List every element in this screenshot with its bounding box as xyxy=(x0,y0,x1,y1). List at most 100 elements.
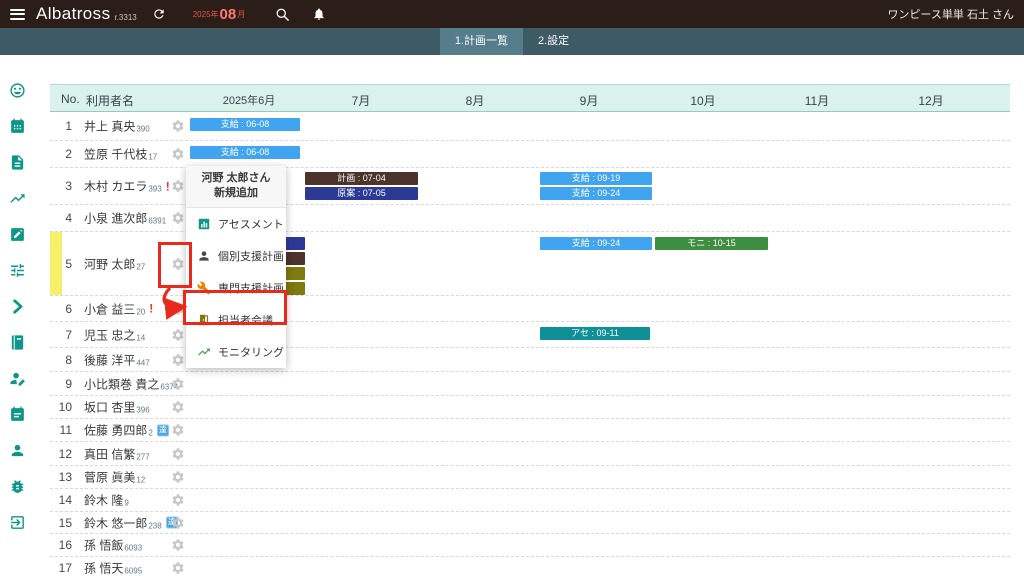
smiley-icon[interactable] xyxy=(9,82,26,99)
wrench-icon xyxy=(197,281,211,295)
gantt-bar[interactable]: 支給 : 09-19 xyxy=(540,172,652,185)
row-sub: 27 xyxy=(136,262,145,272)
gear-button[interactable] xyxy=(171,423,185,437)
calendar-icon[interactable] xyxy=(9,118,26,135)
gear-icon xyxy=(171,400,185,414)
row-no: 6 xyxy=(50,302,72,316)
hamburger-icon[interactable] xyxy=(10,9,25,20)
row-no: 2 xyxy=(50,147,72,161)
date-month: 08 xyxy=(220,6,237,23)
row-sub: 447 xyxy=(136,358,149,368)
row-sub: 6093 xyxy=(124,544,142,554)
gear-button[interactable] xyxy=(171,447,185,461)
gear-icon xyxy=(171,538,185,552)
gear-button[interactable] xyxy=(171,493,185,507)
row-no: 5 xyxy=(50,257,72,271)
tab-plan-list[interactable]: 1.計画一覧 xyxy=(440,28,523,55)
document-icon[interactable] xyxy=(9,154,26,171)
row-no: 13 xyxy=(50,470,72,484)
refresh-icon[interactable] xyxy=(152,7,166,21)
context-menu-subtitle: 新規追加 xyxy=(188,186,284,201)
row-name-text: 鈴木 悠一郎 xyxy=(84,514,147,531)
row-sub: 6391 xyxy=(148,217,166,227)
gantt-bar[interactable]: 支給 : 09-24 xyxy=(540,187,652,200)
row-sub: 390 xyxy=(136,125,149,135)
row-no: 4 xyxy=(50,211,72,225)
tune-icon[interactable] xyxy=(9,262,26,279)
gear-button[interactable] xyxy=(171,470,185,484)
gear-icon xyxy=(171,119,185,133)
bug-icon[interactable] xyxy=(9,478,26,495)
gantt-bar[interactable]: アセ : 09-11 xyxy=(540,327,650,340)
trend-icon[interactable] xyxy=(9,190,26,207)
col-name: 利用者名 xyxy=(86,92,134,109)
gear-button[interactable] xyxy=(171,179,185,193)
schedule-icon[interactable] xyxy=(9,406,26,423)
menu-item-assessment[interactable]: アセスメント xyxy=(186,208,286,240)
table-row: 17 孫 悟天 6095 xyxy=(50,557,1010,576)
gear-icon xyxy=(171,423,185,437)
gear-button[interactable] xyxy=(171,211,185,225)
bell-icon[interactable] xyxy=(312,7,326,21)
date-year: 2025年 xyxy=(193,9,219,20)
row-no: 12 xyxy=(50,447,72,461)
gantt-bar[interactable]: モニ : 10-15 xyxy=(655,237,768,250)
gear-button[interactable] xyxy=(171,328,185,342)
chevron-right-icon[interactable] xyxy=(9,298,26,315)
gear-icon xyxy=(171,328,185,342)
table-row: 15 鈴木 悠一郎 238 達 xyxy=(50,512,1010,534)
row-name: 孫 悟飯 6093 xyxy=(84,537,142,554)
menu-item-specialist-plan[interactable]: 専門支援計画 xyxy=(186,272,286,304)
sidebar xyxy=(0,55,34,576)
menu-item-monitoring[interactable]: モニタリング xyxy=(186,336,286,368)
user-name[interactable]: ワンピース単単 石土 さん xyxy=(887,6,1014,22)
gear-button[interactable] xyxy=(171,377,185,391)
topbar: Albatross r.3313 2025年 08 月 ワンピース単単 石土 さ… xyxy=(0,0,1024,28)
gear-button[interactable] xyxy=(171,302,185,316)
table-row: 10 坂口 杏里 396 xyxy=(50,396,1010,419)
row-name-text: 坂口 杏里 xyxy=(84,399,135,416)
book-icon[interactable] xyxy=(9,334,26,351)
person-edit-icon[interactable] xyxy=(9,370,26,387)
doc-badge: 達 xyxy=(157,424,169,436)
month-header: 9月 xyxy=(580,92,599,109)
row-no: 8 xyxy=(50,353,72,367)
gear-icon xyxy=(171,493,185,507)
app-window: Albatross r.3313 2025年 08 月 ワンピース単単 石土 さ… xyxy=(0,0,1024,576)
menu-item-individual-plan[interactable]: 個別支援計画 xyxy=(186,240,286,272)
gear-button[interactable] xyxy=(171,516,185,530)
row-name-text: 河野 太郎 xyxy=(84,255,135,272)
gear-button[interactable] xyxy=(171,561,185,575)
row-no: 14 xyxy=(50,493,72,507)
gantt-bar[interactable]: 計画 : 07-04 xyxy=(305,172,418,185)
search-icon[interactable] xyxy=(275,7,290,22)
current-month[interactable]: 2025年 08 月 xyxy=(193,6,245,23)
gear-button[interactable] xyxy=(171,119,185,133)
edit-icon[interactable] xyxy=(9,226,26,243)
month-header: 7月 xyxy=(352,92,371,109)
row-name-text: 井上 真央 xyxy=(84,118,135,135)
gear-icon xyxy=(171,211,185,225)
menu-item-staff-meeting[interactable]: 担当者会議 xyxy=(186,304,286,336)
gear-button[interactable] xyxy=(171,257,185,271)
gantt-bar[interactable]: 原案 : 07-05 xyxy=(305,187,418,200)
gantt-bar[interactable]: 支給 : 09-24 xyxy=(540,237,652,250)
gantt-bar[interactable]: 支給 : 06-08 xyxy=(190,118,300,131)
menu-item-label: 担当者会議 xyxy=(218,312,273,328)
gear-button[interactable] xyxy=(171,147,185,161)
table-row: 2 笠原 千代枝 17 支給 : 06-08 xyxy=(50,141,1010,168)
gantt-bar[interactable]: 支給 : 06-08 xyxy=(190,146,300,159)
gear-button[interactable] xyxy=(171,400,185,414)
tab-settings[interactable]: 2.設定 xyxy=(523,28,584,55)
col-no: No. xyxy=(61,92,80,106)
menu-item-label: モニタリング xyxy=(218,344,284,360)
row-sub: 238 xyxy=(148,521,161,531)
gear-button[interactable] xyxy=(171,353,185,367)
logout-icon[interactable] xyxy=(9,514,26,531)
row-name: 小泉 進次郎 6391 xyxy=(84,210,166,227)
gear-button[interactable] xyxy=(171,538,185,552)
row-sub: 396 xyxy=(136,406,149,416)
table-row: 12 真田 信繁 277 xyxy=(50,442,1010,466)
row-name-text: 孫 悟飯 xyxy=(84,537,123,554)
person-icon[interactable] xyxy=(9,442,26,459)
